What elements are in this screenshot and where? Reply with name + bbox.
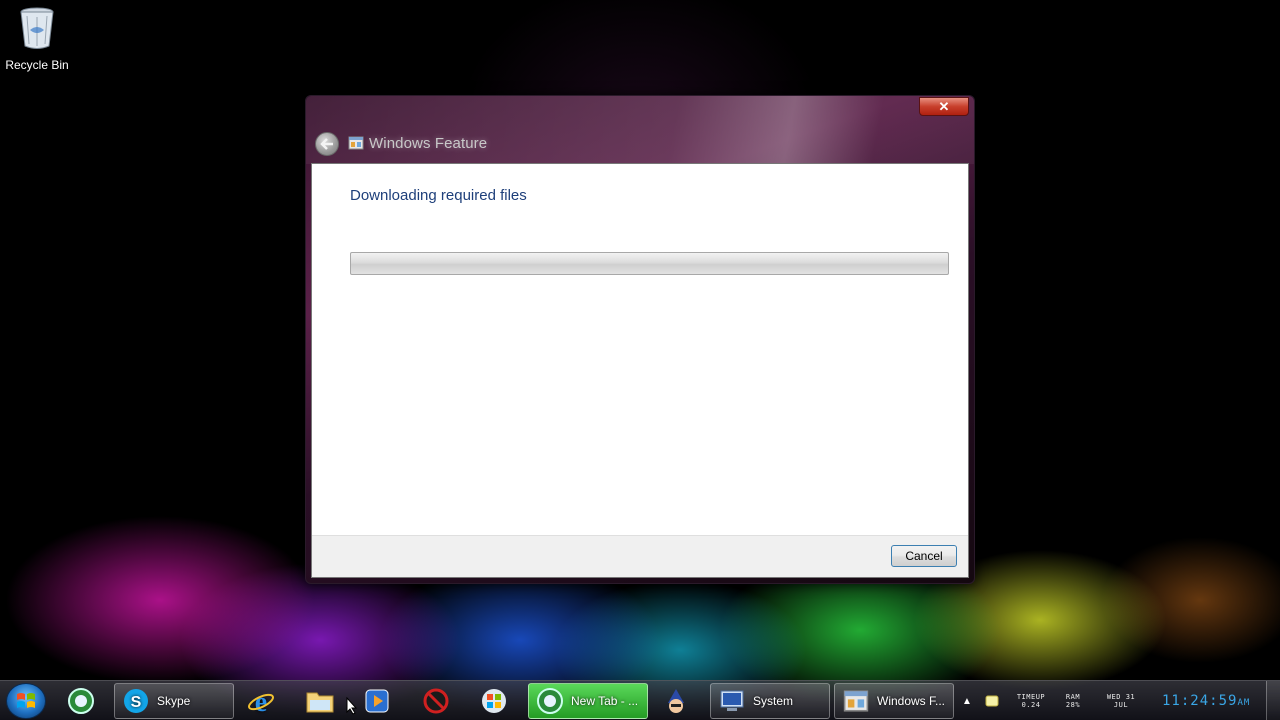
taskbar-item-new-tab[interactable]: New Tab - ... xyxy=(528,683,648,719)
taskbar-item-label: Skype xyxy=(157,694,191,708)
taskbar-item-label: Windows F... xyxy=(877,694,946,708)
taskbar-item-media-player[interactable] xyxy=(362,683,398,719)
wizard-icon xyxy=(661,686,691,716)
uptime-label: TIMEUP xyxy=(1016,693,1046,701)
ram-gadget: RAM 28% xyxy=(1060,693,1086,709)
clock[interactable]: 11:24:59AM xyxy=(1162,693,1258,709)
ram-value: 28% xyxy=(1065,701,1081,709)
taskbar-item-system[interactable]: System xyxy=(710,683,830,719)
system-icon xyxy=(717,686,747,716)
taskbar-item-windows-features[interactable]: Windows F... xyxy=(834,683,954,719)
show-desktop-button[interactable] xyxy=(1266,681,1280,720)
taskbar: S Skype e New Tab - ... System Windows F… xyxy=(0,680,1280,720)
taskbar-item-label: System xyxy=(753,694,794,708)
windows-features-icon xyxy=(841,686,871,716)
cancel-button[interactable]: Cancel xyxy=(891,545,957,567)
notification-flag-icon xyxy=(985,695,999,707)
back-arrow-icon xyxy=(320,138,333,150)
close-icon: ✕ xyxy=(938,98,950,114)
start-button[interactable] xyxy=(6,683,46,719)
back-button[interactable] xyxy=(315,132,339,156)
taskbar-item-label: New Tab - ... xyxy=(571,694,639,708)
taskbar-item-wizard[interactable] xyxy=(661,683,697,719)
browser-globe-icon xyxy=(66,686,96,716)
show-hidden-icons-button[interactable]: ▲ xyxy=(960,681,974,720)
skype-icon: S xyxy=(121,686,151,716)
svg-text:S: S xyxy=(131,694,142,711)
svg-text:e: e xyxy=(255,687,267,715)
taskbar-item-skype[interactable]: S Skype xyxy=(114,683,234,719)
chevron-up-icon: ▲ xyxy=(962,695,972,707)
mouse-cursor-icon xyxy=(346,697,358,715)
title-bar[interactable] xyxy=(306,96,974,164)
status-heading: Downloading required files xyxy=(350,187,527,204)
browser-globe-icon xyxy=(535,686,565,716)
no-symbol-icon xyxy=(421,686,451,716)
download-progress-bar xyxy=(350,252,949,275)
taskbar-item-internet-explorer[interactable]: e xyxy=(246,683,282,719)
internet-explorer-icon: e xyxy=(246,686,276,716)
media-player-icon xyxy=(362,686,392,716)
folder-icon xyxy=(305,686,335,716)
uptime-gadget: TIMEUP 0.24 xyxy=(1012,693,1050,709)
date-month: JUL xyxy=(1113,701,1129,709)
taskbar-item-blocked[interactable] xyxy=(421,683,457,719)
windows-features-dialog: ✕ Windows Feature Downloading required f… xyxy=(305,95,975,584)
clock-time: 11:24:59 xyxy=(1162,693,1238,709)
tray-notification[interactable] xyxy=(982,681,1002,720)
taskbar-item-windows-update[interactable] xyxy=(479,683,515,719)
taskbar-item-explorer[interactable] xyxy=(305,683,341,719)
recycle-bin-label: Recycle Bin xyxy=(5,58,69,72)
recycle-bin-shortcut[interactable]: Recycle Bin xyxy=(4,6,70,76)
clock-ampm: AM xyxy=(1237,698,1251,708)
date-gadget: WED 31 JUL xyxy=(1098,693,1144,709)
taskbar-item-browser[interactable] xyxy=(66,683,102,719)
close-button[interactable]: ✕ xyxy=(919,97,969,116)
windows-orb-icon xyxy=(17,693,35,708)
uptime-value: 0.24 xyxy=(1021,701,1041,709)
windows-features-icon xyxy=(348,136,364,150)
ram-label: RAM xyxy=(1065,693,1081,701)
window-title: Windows Feature xyxy=(369,135,488,152)
dialog-content: Downloading required files Cancel xyxy=(311,163,969,578)
date-day: WED 31 xyxy=(1106,693,1136,701)
windows-logo-icon xyxy=(479,686,509,716)
recycle-bin-icon xyxy=(20,7,54,49)
dialog-footer: Cancel xyxy=(312,535,968,577)
